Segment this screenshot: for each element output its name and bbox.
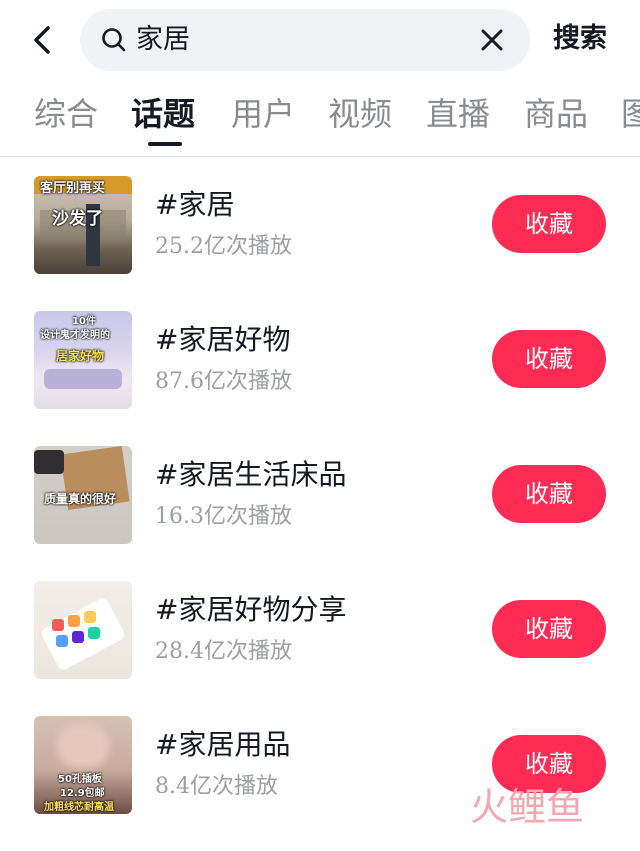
favorite-button[interactable]: 收藏	[492, 465, 606, 523]
favorite-button[interactable]: 收藏	[492, 195, 606, 253]
topic-title: #家居生活床品	[155, 458, 347, 491]
thumbnail-caption: 10件	[72, 316, 96, 327]
play-count: 28.4亿次播放	[155, 639, 292, 664]
tab-topics[interactable]: 话题	[131, 92, 195, 136]
watermark-logo: 火鲤鱼	[470, 785, 584, 828]
thumbnail-caption: 加粗线芯耐高温	[44, 802, 114, 813]
play-count: 25.2亿次播放	[155, 234, 292, 259]
topic-thumbnail	[34, 581, 132, 679]
tab-live[interactable]: 直播	[426, 92, 490, 136]
top-bar: 家居 搜索	[0, 0, 640, 80]
tab-users[interactable]: 用户	[231, 92, 295, 136]
topic-title: #家居好物分享	[155, 593, 347, 626]
thumbnail-caption: 12.9包邮	[60, 788, 105, 799]
search-query[interactable]: 家居	[136, 23, 190, 57]
play-count: 8.4亿次播放	[155, 774, 278, 799]
topic-row[interactable]: 质量真的很好 #家居生活床品 16.3亿次播放 收藏	[0, 446, 640, 581]
tab-bar: 综合 话题 用户 视频 直播 商品 图	[0, 92, 640, 154]
topic-thumbnail: 客厅别再买 沙发了	[34, 176, 132, 274]
thumbnail-caption: 50孔插板	[58, 774, 102, 785]
favorite-button[interactable]: 收藏	[492, 600, 606, 658]
search-button[interactable]: 搜索	[553, 20, 607, 58]
tab-comprehensive[interactable]: 综合	[34, 92, 98, 136]
thumbnail-caption: 客厅别再买	[40, 181, 106, 196]
topic-row[interactable]: 10件 设计鬼才发明的 居家好物 #家居好物 87.6亿次播放 收藏	[0, 311, 640, 446]
topic-title: #家居用品	[155, 728, 291, 761]
watermark-text: 火鲤鱼	[470, 785, 584, 828]
chevron-left-icon[interactable]	[26, 20, 60, 60]
tab-videos[interactable]: 视频	[328, 92, 392, 136]
tab-products[interactable]: 商品	[524, 92, 588, 136]
divider	[0, 156, 640, 157]
close-icon[interactable]	[478, 26, 506, 54]
active-tab-indicator	[148, 142, 182, 146]
thumbnail-caption: 设计鬼才发明的	[40, 330, 110, 341]
play-count: 16.3亿次播放	[155, 504, 292, 529]
play-count: 87.6亿次播放	[155, 369, 292, 394]
search-icon	[102, 28, 126, 52]
topic-thumbnail: 50孔插板 12.9包邮 加粗线芯耐高温	[34, 716, 132, 814]
topic-thumbnail: 质量真的很好	[34, 446, 132, 544]
favorite-button[interactable]: 收藏	[492, 330, 606, 388]
thumbnail-caption: 质量真的很好	[44, 492, 117, 506]
topic-row[interactable]: #家居好物分享 28.4亿次播放 收藏	[0, 581, 640, 716]
tab-images[interactable]: 图	[621, 92, 640, 136]
topic-thumbnail: 10件 设计鬼才发明的 居家好物	[34, 311, 132, 409]
search-input[interactable]: 家居	[80, 9, 530, 71]
topic-title: #家居好物	[155, 323, 291, 356]
thumbnail-caption: 居家好物	[56, 349, 105, 363]
thumbnail-caption: 沙发了	[52, 209, 103, 229]
topic-title: #家居	[155, 188, 235, 221]
topic-row[interactable]: 客厅别再买 沙发了 #家居 25.2亿次播放 收藏	[0, 176, 640, 311]
